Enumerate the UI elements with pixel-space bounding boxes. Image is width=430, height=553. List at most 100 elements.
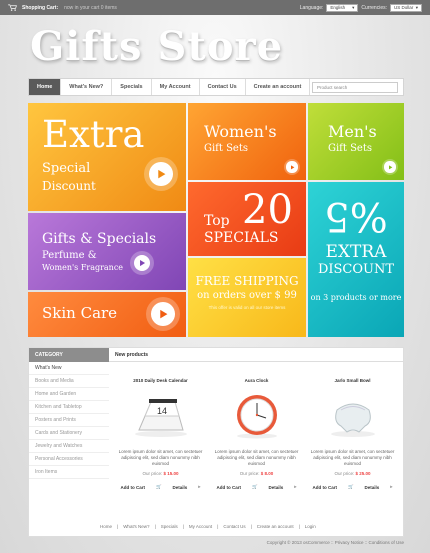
product-desc: Lorem ipsum dolor sit amet, con sectetue… <box>118 449 203 466</box>
banner-extra-discount-percent[interactable]: %5 EXTRA DISCOUNT on 3 products or more <box>308 182 404 337</box>
footer-link-create-account[interactable]: Create an account <box>257 524 294 529</box>
banner-discount-note: on 3 products or more <box>310 293 402 302</box>
language-select[interactable]: English ▾ <box>326 3 359 12</box>
product-card: Jarlo Small Bowl Lorem ipsum dolor sit a… <box>305 368 400 523</box>
price-label: Our price: <box>142 471 163 476</box>
language-label: Language: <box>299 4 324 11</box>
new-products-heading: New products <box>109 348 403 362</box>
product-price: Our price: $ 25.00 <box>305 471 400 476</box>
arrow-right-icon[interactable] <box>284 159 300 175</box>
bowl-image[interactable] <box>323 389 383 441</box>
product-price: Our price: $ 8.00 <box>209 471 304 476</box>
add-to-cart-button[interactable]: Add to Cart <box>313 485 338 490</box>
cart-icon[interactable]: 🛒 <box>348 484 354 490</box>
banner-womens-gift-sets[interactable]: Women's Gift Sets <box>188 103 306 180</box>
banner-discount-title: EXTRA <box>325 242 387 262</box>
footer-link-whats-new[interactable]: What's New? <box>123 524 149 529</box>
arrow-right-icon[interactable]: ▸ <box>198 484 200 490</box>
currencies-label: Currencies: <box>361 4 387 11</box>
banner-womens-title: Women's <box>204 122 277 141</box>
footer-divider: | <box>117 524 119 529</box>
arrow-right-icon[interactable] <box>130 251 154 275</box>
cart-info: now in your cart 0 items <box>64 4 117 11</box>
category-item[interactable]: Posters and Prints <box>29 414 109 427</box>
footer-link-my-account[interactable]: My Account <box>189 524 212 529</box>
footer-divider: | <box>154 524 156 529</box>
banner-top-number: 20 <box>242 187 293 233</box>
category-heading: CATEGORY <box>29 348 109 362</box>
nav-specials[interactable]: Specials <box>112 79 152 95</box>
add-to-cart-button[interactable]: Add to Cart <box>217 485 242 490</box>
price-value: $ 25.00 <box>355 471 371 476</box>
arrow-right-icon[interactable] <box>144 157 178 191</box>
price-value: $ 8.00 <box>260 471 274 476</box>
nav-contact-us[interactable]: Contact Us <box>200 79 246 95</box>
banner-extra-sub: Special <box>42 161 91 176</box>
product-title[interactable]: Aura Clock <box>209 378 304 383</box>
nav-create-account[interactable]: Create an account <box>246 79 311 95</box>
banner-womens-sub: Gift Sets <box>204 143 249 154</box>
cart-label[interactable]: Shopping Cart: <box>22 5 58 11</box>
copyright: Copyright © 2013 osCommerce :: Privacy N… <box>266 540 404 545</box>
banner-top-20-specials[interactable]: Top 20 SPECIALS <box>188 182 306 256</box>
banner-skin-care[interactable]: Skin Care <box>28 292 186 337</box>
arrow-right-icon[interactable] <box>146 297 180 331</box>
main-nav: Home What's New? Specials My Account Con… <box>28 78 404 96</box>
details-button[interactable]: Details <box>365 485 380 490</box>
footer-link-login[interactable]: Login <box>305 524 316 529</box>
nav-whats-new[interactable]: What's New? <box>61 79 113 95</box>
product-desc: Lorem ipsum dolor sit amet, con sectetue… <box>214 449 299 466</box>
category-item[interactable]: Personal Accessories <box>29 453 109 466</box>
category-item[interactable]: Books and Media <box>29 375 109 388</box>
category-item[interactable]: Kitchen and Tabletop <box>29 401 109 414</box>
nav-home[interactable]: Home <box>29 79 62 95</box>
clock-image[interactable] <box>227 389 287 441</box>
footer-link-specials[interactable]: Specials <box>161 524 178 529</box>
banner-gifts-sub2: Women's Fragrance <box>42 263 124 272</box>
banner-free-shipping[interactable]: FREE SHIPPING on orders over $ 99 This o… <box>188 258 306 337</box>
product-title[interactable]: Jarlo Small Bowl <box>305 378 400 383</box>
banner-top-specials: SPECIALS <box>204 230 279 246</box>
banner-skin-title: Skin Care <box>42 304 118 322</box>
category-sidebar: CATEGORY What's New Books and Media Home… <box>29 348 109 536</box>
banner-percent: %5 <box>324 193 388 239</box>
shopping-cart-icon[interactable] <box>8 4 17 11</box>
svg-text:14: 14 <box>156 406 166 416</box>
add-to-cart-button[interactable]: Add to Cart <box>121 485 146 490</box>
category-item[interactable]: Iron Items <box>29 466 109 479</box>
bottom-section: CATEGORY What's New Books and Media Home… <box>28 347 404 537</box>
footer-divider: | <box>298 524 300 529</box>
cart-icon[interactable]: 🛒 <box>252 484 258 490</box>
details-button[interactable]: Details <box>269 485 284 490</box>
category-item[interactable]: Home and Garden <box>29 388 109 401</box>
banner-gifts-sub: Perfume & <box>42 250 97 261</box>
banner-mens-gift-sets[interactable]: Men's Gift Sets <box>308 103 404 180</box>
arrow-right-icon[interactable]: ▸ <box>294 484 296 490</box>
details-button[interactable]: Details <box>173 485 188 490</box>
category-item[interactable]: Cards and Stationery <box>29 427 109 440</box>
chevron-down-icon: ▾ <box>415 4 418 10</box>
price-label: Our price: <box>239 471 260 476</box>
banner-gifts-title: Gifts & Specials <box>42 231 157 247</box>
arrow-right-icon[interactable]: ▸ <box>390 484 392 490</box>
search-input[interactable]: Product search <box>312 81 398 93</box>
banner-extra-discount[interactable]: Extra Special Discount <box>28 103 186 211</box>
language-value: English <box>330 5 346 10</box>
footer: Home | What's New? | Specials | My Accou… <box>0 524 430 553</box>
category-item[interactable]: Jewelry and Watches <box>29 440 109 453</box>
price-label: Our price: <box>334 471 355 476</box>
footer-link-home[interactable]: Home <box>100 524 112 529</box>
arrow-right-icon[interactable] <box>382 159 398 175</box>
product-card: 2010 Daily Desk Calendar 14 Lorem ipsum … <box>113 368 208 523</box>
banner-mens-sub: Gift Sets <box>328 143 373 154</box>
cart-icon[interactable]: 🛒 <box>156 484 162 490</box>
calendar-image[interactable]: 14 <box>131 389 191 441</box>
product-price: Our price: $ 15.00 <box>113 471 208 476</box>
nav-my-account[interactable]: My Account <box>152 79 200 95</box>
banner-gifts-specials[interactable]: Gifts & Specials Perfume & Women's Fragr… <box>28 213 186 290</box>
footer-link-contact-us[interactable]: Contact Us <box>223 524 245 529</box>
category-item[interactable]: What's New <box>29 362 109 375</box>
currency-select[interactable]: US Dollar ▾ <box>390 3 422 12</box>
store-logo[interactable]: Gifts Store <box>30 22 283 72</box>
product-title[interactable]: 2010 Daily Desk Calendar <box>113 378 208 383</box>
